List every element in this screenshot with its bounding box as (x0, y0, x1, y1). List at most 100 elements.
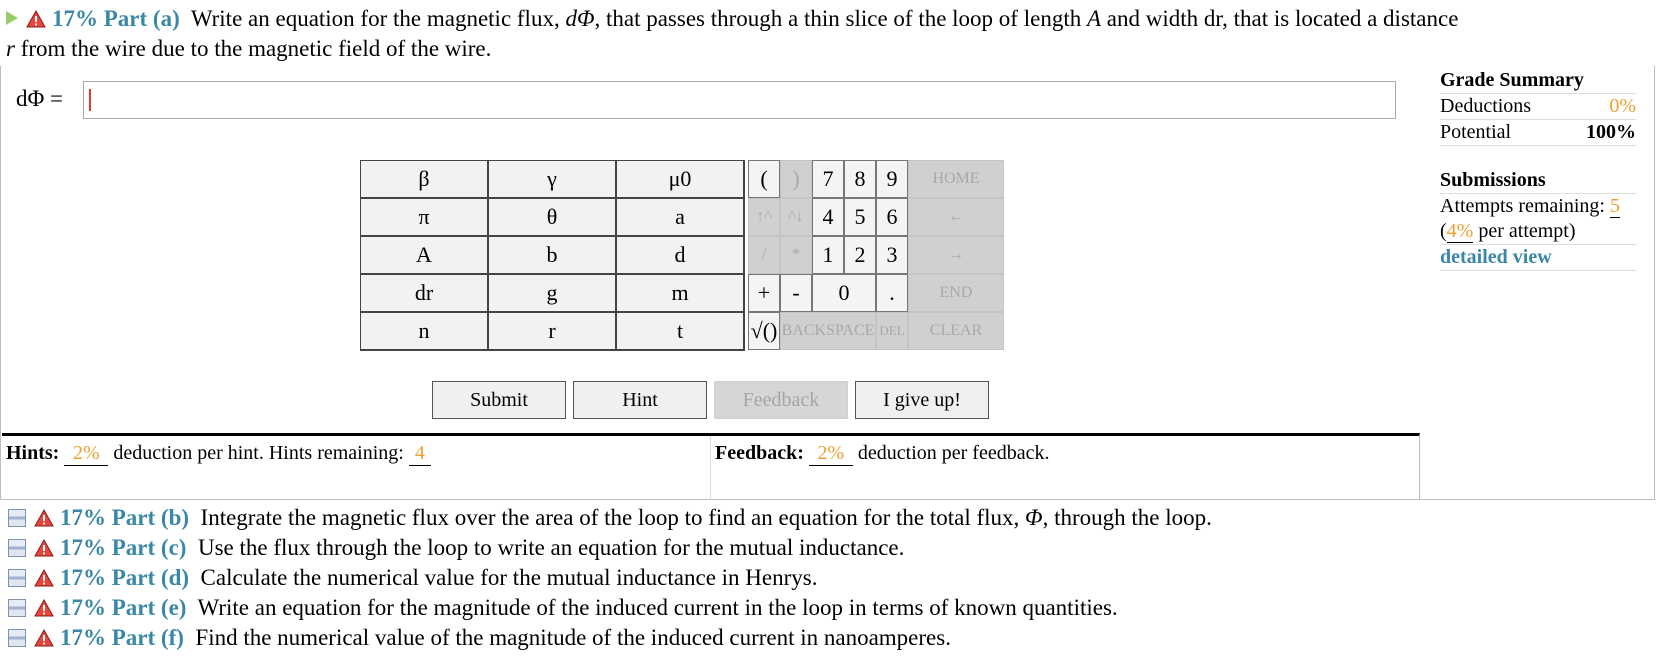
warning-icon (34, 509, 54, 527)
potential-row: Potential 100% (1440, 120, 1636, 146)
part-e-percent: 17% (60, 595, 106, 620)
attempts-value: 5 (1609, 195, 1620, 218)
part-a-header: 17% Part (a) Write an equation for the m… (6, 4, 1656, 64)
attempts-label: Attempts remaining: (1440, 195, 1605, 217)
key-n[interactable]: n (361, 313, 489, 351)
key-a[interactable]: a (617, 199, 745, 237)
key-6[interactable]: 6 (876, 198, 908, 236)
hints-feedback-bar: Hints: 2% deduction per hint. Hints rema… (2, 433, 1420, 499)
key-dot[interactable]: . (876, 274, 908, 312)
part-b-percent: 17% (60, 505, 106, 530)
warning-icon (34, 539, 54, 557)
key-dr[interactable]: dr (361, 275, 489, 313)
key-end[interactable]: END (908, 274, 1004, 312)
key-del[interactable]: DEL (876, 312, 908, 350)
hints-remaining: 4 (408, 441, 431, 466)
feedback-info: Feedback: 2% deduction per feedback. (711, 436, 1419, 499)
key-m[interactable]: m (617, 275, 745, 313)
deductions-row: Deductions 0% (1440, 94, 1636, 120)
attempts-remaining: Attempts remaining: 5 (1440, 194, 1636, 219)
key-r[interactable]: r (489, 313, 617, 351)
key-3[interactable]: 3 (876, 236, 908, 274)
part-e-text: Write an equation for the magnitude of t… (197, 595, 1118, 620)
warning-icon (26, 10, 46, 28)
part-e[interactable]: 17% Part (e) Write an equation for the m… (8, 593, 1648, 623)
part-d-toggle-icon[interactable] (8, 569, 26, 587)
text-caret (89, 89, 91, 111)
key-1[interactable]: 1 (812, 236, 844, 274)
part-d-percent: 17% (60, 565, 106, 590)
key-gamma[interactable]: γ (489, 161, 617, 199)
per-attempt-text: per attempt) (1473, 220, 1576, 242)
key-b[interactable]: b (489, 237, 617, 275)
key-2[interactable]: 2 (844, 236, 876, 274)
key-beta[interactable]: β (361, 161, 489, 199)
part-c-text: Use the flux through the loop to write a… (197, 535, 905, 560)
key-close-paren[interactable]: ) (780, 160, 812, 198)
key-minus[interactable]: - (780, 274, 812, 312)
part-a-text-3: and width dr, that is located a distance (1101, 6, 1459, 31)
key-A[interactable]: A (361, 237, 489, 275)
hints-deduction: 2% (64, 441, 109, 466)
key-star[interactable]: * (780, 236, 812, 274)
key-open-paren[interactable]: ( (748, 160, 780, 198)
number-keypad: ( ) 7 8 9 HOME ↑^ ^↓ 4 5 6 ← / * 1 2 3 →… (748, 160, 1132, 350)
key-pi[interactable]: π (361, 199, 489, 237)
part-e-toggle-icon[interactable] (8, 599, 26, 617)
answer-input[interactable] (83, 81, 1396, 119)
grade-summary: Grade Summary Deductions 0% Potential 10… (1440, 68, 1636, 271)
key-d[interactable]: d (617, 237, 745, 275)
key-slash[interactable]: / (748, 236, 780, 274)
key-7[interactable]: 7 (812, 160, 844, 198)
key-sqrt[interactable]: √() (748, 312, 780, 350)
key-t[interactable]: t (617, 313, 745, 351)
key-5[interactable]: 5 (844, 198, 876, 236)
key-8[interactable]: 8 (844, 160, 876, 198)
deductions-label: Deductions (1440, 95, 1532, 117)
part-f-percent: 17% (60, 625, 106, 650)
part-b-symbol: Φ (1025, 505, 1043, 530)
part-d[interactable]: 17% Part (d) Calculate the numerical val… (8, 563, 1648, 593)
per-attempt: (4% per attempt) (1440, 219, 1636, 245)
feedback-deduction: 2% (808, 441, 853, 466)
hints-label: Hints: (6, 442, 60, 464)
part-c-toggle-icon[interactable] (8, 539, 26, 557)
key-4[interactable]: 4 (812, 198, 844, 236)
part-c[interactable]: 17% Part (c) Use the flux through the lo… (8, 533, 1648, 563)
part-b[interactable]: 17% Part (b) Integrate the magnetic flux… (8, 503, 1648, 533)
key-clear[interactable]: CLEAR (908, 312, 1004, 350)
key-mu0[interactable]: μ0 (617, 161, 745, 199)
part-f[interactable]: 17% Part (f) Find the numerical value of… (8, 623, 1648, 653)
part-b-label: Part (b) (111, 505, 190, 530)
key-plus[interactable]: + (748, 274, 780, 312)
potential-value: 100% (1586, 121, 1636, 143)
key-theta[interactable]: θ (489, 199, 617, 237)
part-a-percent: 17% (52, 6, 98, 31)
key-backspace[interactable]: BACKSPACE (780, 312, 876, 350)
key-right-arrow[interactable]: → (908, 236, 1004, 274)
warning-icon (34, 599, 54, 617)
key-left-arrow[interactable]: ← (908, 198, 1004, 236)
feedback-button[interactable]: Feedback (714, 381, 848, 419)
key-up-caret[interactable]: ↑^ (748, 198, 780, 236)
part-a-label: Part (a) (103, 6, 180, 31)
hints-info: Hints: 2% deduction per hint. Hints rema… (2, 436, 711, 499)
key-g[interactable]: g (489, 275, 617, 313)
part-d-text: Calculate the numerical value for the mu… (200, 565, 818, 590)
key-0[interactable]: 0 (812, 274, 876, 312)
expand-arrow-icon[interactable] (6, 11, 18, 25)
part-f-toggle-icon[interactable] (8, 629, 26, 647)
submit-button[interactable]: Submit (432, 381, 566, 419)
detailed-view-link[interactable]: detailed view (1440, 245, 1636, 271)
key-home[interactable]: HOME (908, 160, 1004, 198)
feedback-text: deduction per feedback. (852, 442, 1050, 464)
key-down-caret[interactable]: ^↓ (780, 198, 812, 236)
key-9[interactable]: 9 (876, 160, 908, 198)
deductions-value: 0% (1609, 95, 1636, 117)
part-c-label: Part (c) (111, 535, 187, 560)
part-a-symbol: dΦ (565, 6, 595, 31)
give-up-button[interactable]: I give up! (855, 381, 989, 419)
part-c-percent: 17% (60, 535, 106, 560)
hint-button[interactable]: Hint (573, 381, 707, 419)
part-b-toggle-icon[interactable] (8, 509, 26, 527)
